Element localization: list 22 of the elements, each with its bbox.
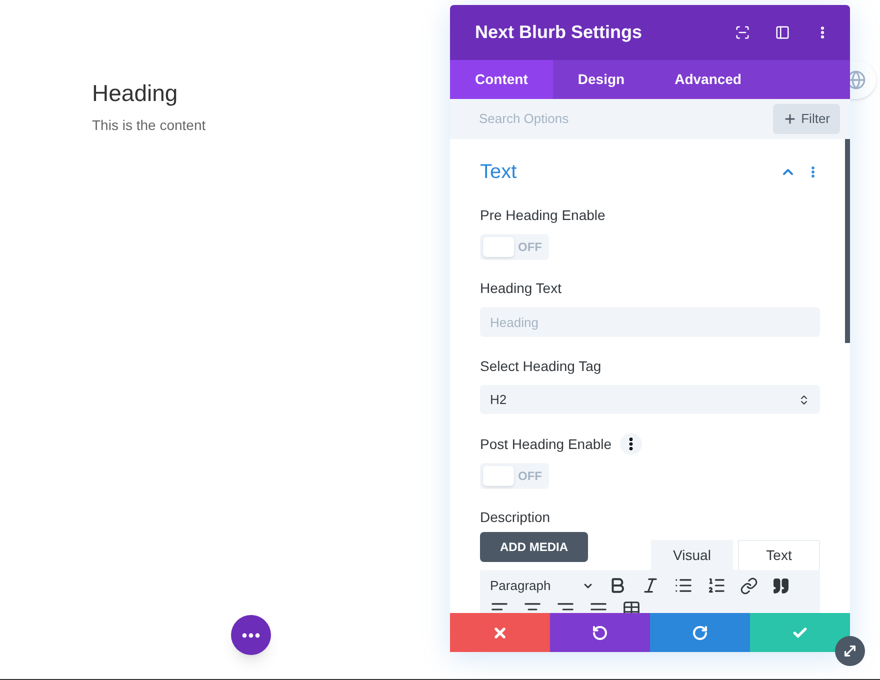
field-label: Heading Text <box>480 279 562 298</box>
heading-tag-select[interactable]: H2 <box>480 385 820 414</box>
field-label: Description <box>480 508 550 527</box>
heading-text-field[interactable]: Heading <box>480 307 820 337</box>
panel-tab[interactable]: Design <box>552 60 650 99</box>
panel-title: Next Blurb Settings <box>475 21 644 44</box>
add-media-button[interactable]: ADD MEDIA <box>480 532 588 562</box>
panel-tab[interactable]: Advanced <box>650 60 766 99</box>
field-label: Pre Heading Enable <box>480 206 606 225</box>
editor-tab[interactable]: Text <box>738 540 820 570</box>
page-content: This is the content <box>92 116 206 134</box>
search-field[interactable]: Search Options Filter <box>450 99 850 139</box>
field-label: Select Heading Tag <box>480 357 602 376</box>
panel-tab[interactable]: Content <box>450 60 553 99</box>
format-select[interactable]: Paragraph <box>490 576 594 596</box>
filter-button[interactable]: Filter <box>773 104 840 134</box>
section-title: Text <box>480 160 518 185</box>
toggle-state: OFF <box>518 239 542 256</box>
field-label: Post Heading Enable <box>480 434 612 454</box>
editor-tab[interactable]: Visual <box>651 540 733 570</box>
page-heading: Heading <box>92 79 178 108</box>
toggle-state: OFF <box>518 468 542 485</box>
